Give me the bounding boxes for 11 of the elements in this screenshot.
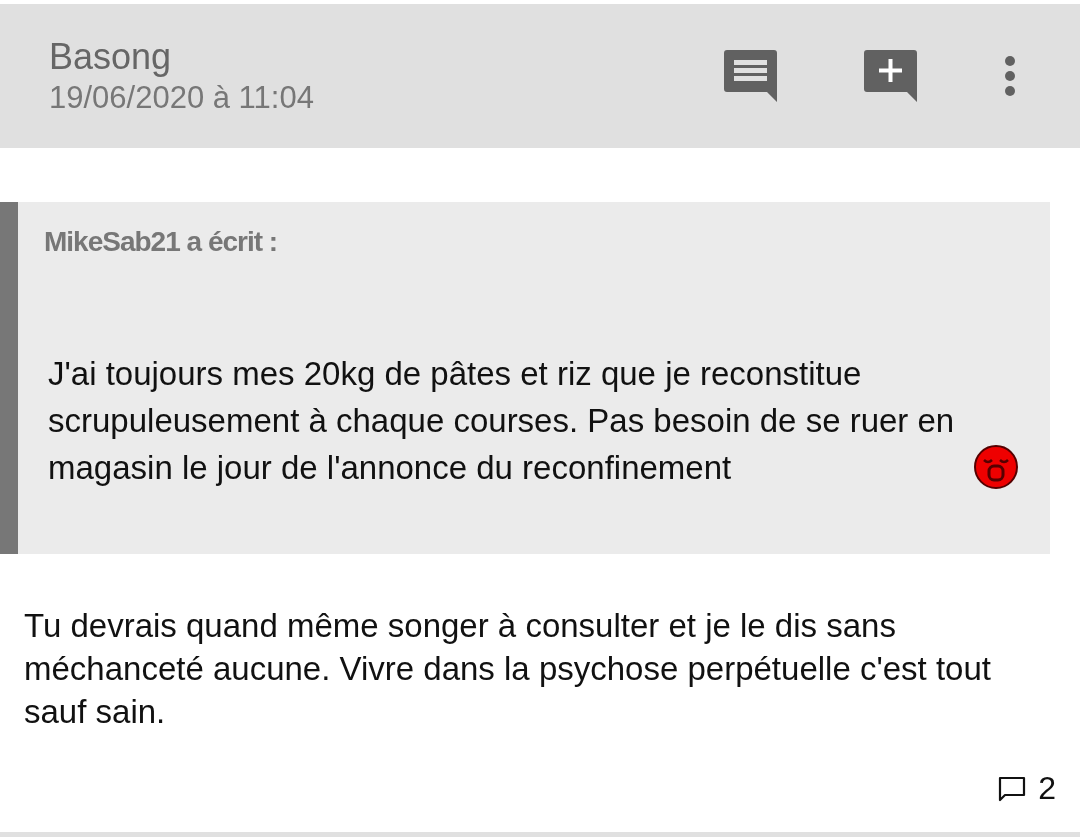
message-text: Tu devrais quand même songer à consulter et je le dis sans méchanceté aucune. Vivre dans la psychose perpétuelle c'est tout sauf sain. — [24, 606, 992, 732]
sleepy-face-icon — [974, 445, 1018, 489]
comment-icon[interactable] — [998, 775, 1027, 802]
post-date: 19/06/2020 à 11:04 — [49, 80, 314, 116]
more-options-icon[interactable] — [1004, 55, 1016, 97]
comment-count: 2 — [1038, 770, 1056, 807]
message-icon[interactable] — [724, 50, 778, 102]
author-name: Basong — [49, 36, 173, 78]
quote-author: MikeSab21 a écrit : — [44, 226, 279, 258]
add-comment-icon[interactable] — [864, 50, 918, 102]
quote-text: J'ai toujours mes 20kg de pâtes et riz que je reconstitue scrupuleusement à chaque courses. Pas besoin de se ruer en magasin le jour de l'annonce du reconfinement — [48, 354, 956, 488]
